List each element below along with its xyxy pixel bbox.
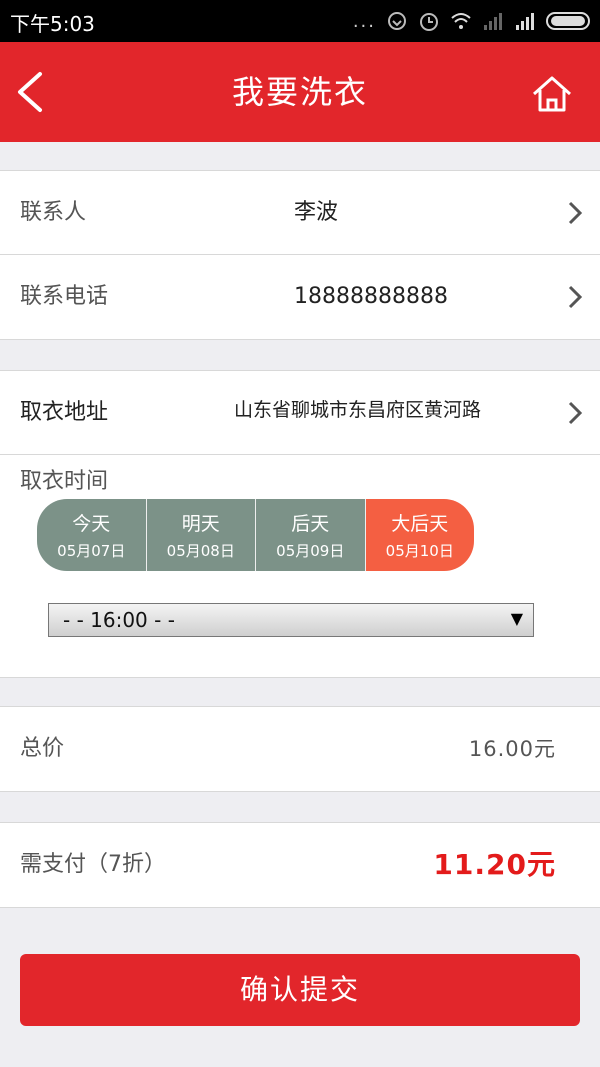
day-tab-day-after[interactable]: 后天 05月09日 <box>256 499 366 571</box>
sync-icon <box>388 12 406 30</box>
payment-card: 需支付（7折） 11.20元 <box>0 822 600 908</box>
total-price: 16.00元 <box>468 737 556 761</box>
day-date: 05月08日 <box>166 542 235 560</box>
status-time: 下午5:03 <box>10 12 95 36</box>
status-icons: ... <box>353 8 590 34</box>
page-title: 我要洗衣 <box>231 73 368 111</box>
total-card: 总价 16.00元 <box>0 706 600 792</box>
pickup-address-label: 取衣地址 <box>20 400 109 425</box>
day-tab-in-three-days[interactable]: 大后天 05月10日 <box>365 499 474 571</box>
dropdown-arrow-icon: ▼ <box>510 609 523 628</box>
pickup-time-label: 取衣时间 <box>20 469 109 494</box>
total-label: 总价 <box>20 736 65 761</box>
day-date: 05月10日 <box>385 542 454 560</box>
time-select-value: - - 16:00 - - <box>63 608 175 632</box>
contact-phone-row[interactable]: 联系电话 18888888888 <box>0 255 600 339</box>
day-date: 05月07日 <box>57 542 126 560</box>
chevron-right-icon <box>568 401 583 425</box>
contact-name-label: 联系人 <box>20 200 87 225</box>
day-name: 大后天 <box>391 513 449 535</box>
day-date: 05月09日 <box>276 542 345 560</box>
home-icon[interactable] <box>528 70 576 118</box>
payment-row: 需支付（7折） 11.20元 <box>0 823 600 907</box>
pickup-address-value: 山东省聊城市东昌府区黄河路 <box>234 399 482 421</box>
day-name: 后天 <box>291 513 330 535</box>
contact-phone-value: 18888888888 <box>294 284 448 309</box>
payment-label: 需支付（7折） <box>20 852 166 877</box>
signal-strong-icon <box>516 13 534 30</box>
time-select[interactable]: - - 16:00 - - ▼ <box>48 603 534 637</box>
battery-icon <box>546 12 590 30</box>
pickup-card: 取衣地址 山东省聊城市东昌府区黄河路 取衣时间 今天 05月07日 明天 05月… <box>0 370 600 678</box>
contact-name-row[interactable]: 联系人 李波 <box>0 171 600 255</box>
day-name: 明天 <box>181 513 220 535</box>
day-tabs: 今天 05月07日 明天 05月08日 后天 05月09日 大后天 05月10日 <box>37 499 474 571</box>
chevron-right-icon <box>568 285 583 309</box>
contact-phone-label: 联系电话 <box>20 284 109 309</box>
contact-card: 联系人 李波 联系电话 18888888888 <box>0 170 600 340</box>
day-name: 今天 <box>72 513 111 535</box>
submit-button[interactable]: 确认提交 <box>20 954 580 1026</box>
wifi-icon <box>451 13 471 29</box>
signal-icon <box>484 13 502 30</box>
status-bar: 下午5:03 ... <box>0 0 600 42</box>
day-tab-tomorrow[interactable]: 明天 05月08日 <box>146 499 256 571</box>
pickup-address-row[interactable]: 取衣地址 山东省聊城市东昌府区黄河路 <box>0 371 600 455</box>
title-bar: 我要洗衣 <box>0 42 600 142</box>
total-row: 总价 16.00元 <box>0 707 600 791</box>
payment-price: 11.20元 <box>433 848 556 881</box>
chevron-right-icon <box>568 201 583 225</box>
day-tab-today[interactable]: 今天 05月07日 <box>37 499 147 571</box>
alarm-icon <box>420 13 438 31</box>
status-dots: ... <box>352 10 376 32</box>
contact-name-value: 李波 <box>294 200 339 225</box>
